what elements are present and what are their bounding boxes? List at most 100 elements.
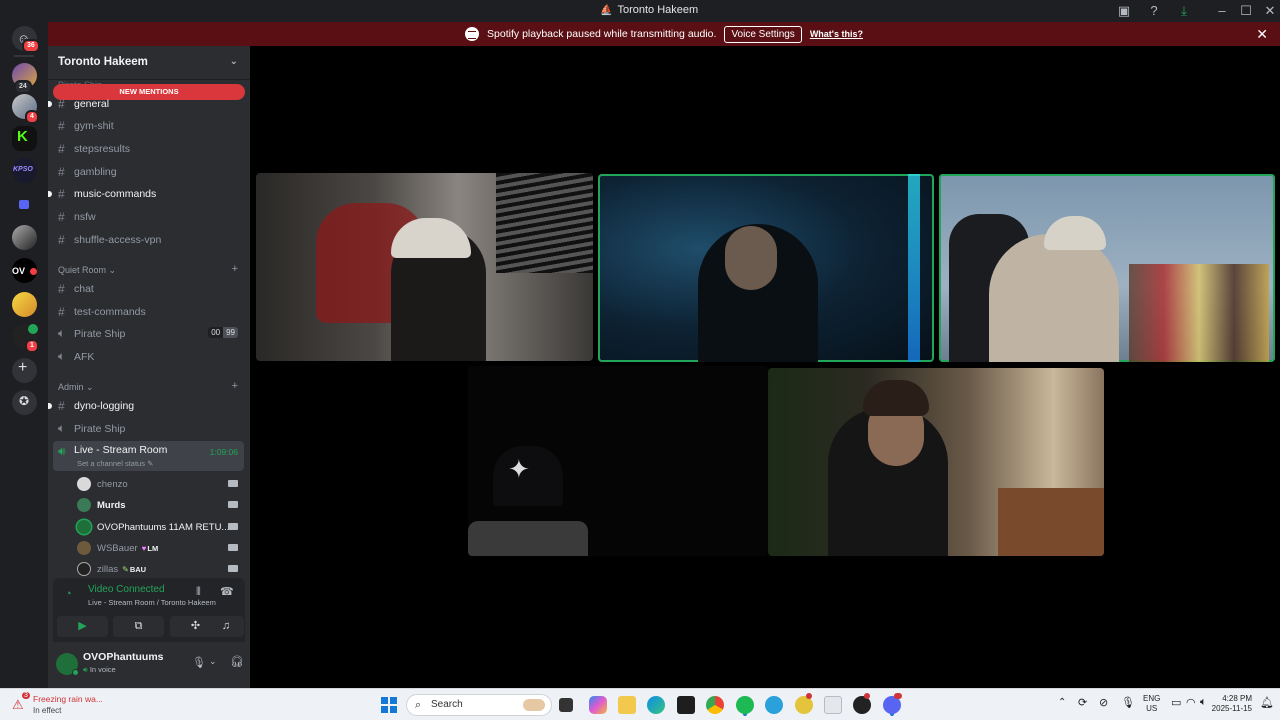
chevron-down-icon[interactable]: ⌄ [209,656,217,667]
hash-icon: # [58,141,65,156]
speaker-active-icon: 🔊︎ [58,444,66,458]
hash-icon: # [58,164,65,179]
video-tile-1[interactable] [256,173,593,361]
hair-shape [863,380,929,416]
chevron-up-icon[interactable]: ⌃ [1058,697,1066,708]
channel-gambling[interactable]: # gambling [53,161,244,182]
notification-dot-icon [894,693,902,699]
voice-channel-live-stream[interactable]: 🔊︎ Live - Stream Room 1:09:06 Set a chan… [53,441,244,471]
channel-general[interactable]: # general [48,93,244,114]
live-timer: 1:09:06 [209,447,238,457]
lang-indicator[interactable]: ENG US [1143,694,1160,714]
avatar [77,562,91,576]
add-channel-icon[interactable]: + [232,380,238,392]
taskbar-search[interactable]: ⌕ Search [406,694,552,716]
video-tile-5[interactable] [768,368,1104,556]
voice-user-chenzo[interactable]: chenzo [77,475,242,493]
disconnect-icon[interactable]: ☎ [220,585,234,598]
noise-suppression-icon[interactable]: ⦀ [196,586,201,599]
share-screen-button[interactable]: ⧉ [113,616,164,637]
voice-channel-pirate-ship[interactable]: 🔈︎ Pirate Ship 00 99 [53,323,244,344]
add-channel-icon[interactable]: + [232,263,238,275]
user-status: 🔊︎ In voice [83,665,116,674]
close-notice-icon[interactable]: ✕ [1256,26,1268,43]
voice-user-zillas[interactable]: zillas ✎ BAU [77,560,242,578]
unread-dot [48,402,52,409]
headphones-icon[interactable]: 🎧︎ [230,655,244,668]
download-icon[interactable]: ⤓ [1176,3,1192,19]
close-window-icon[interactable]: ✕ [1262,3,1278,19]
chevron-down-icon: ⌄ [86,382,94,392]
spotify-notice-bar: Spotify playback paused while transmitti… [48,22,1280,46]
camera-button[interactable]: ▶ [57,616,108,637]
minimize-icon[interactable]: – [1214,3,1230,19]
soundboard-button[interactable]: ♫ [208,616,244,637]
channel-status-hint[interactable]: Set a channel status ✎ [77,459,153,468]
display-icon[interactable]: ▭ [1171,696,1181,709]
server-icon-6[interactable] [12,225,37,250]
channel-dyno-logging[interactable]: # dyno-logging [48,395,244,416]
bottles-shape [1129,264,1269,362]
channel-nsfw[interactable]: # nsfw [53,206,244,227]
video-tile-2[interactable] [598,174,934,362]
copilot-icon[interactable] [589,696,607,714]
voice-user-wsbauer[interactable]: WSBauer ♥ LM [77,539,242,557]
category-quiet-room[interactable]: Quiet Room ⌄ [58,265,116,276]
camera-icon [228,501,238,508]
avatar [77,477,91,491]
voice-user-murds[interactable]: Murds [77,496,242,514]
inbox-icon[interactable]: ▣ [1116,3,1132,19]
wifi-icon[interactable]: ◠ [1186,696,1196,709]
server-4-logo-icon: KPSO [13,166,33,173]
maximize-icon[interactable]: ☐ [1238,3,1254,19]
category-admin[interactable]: Admin ⌄ [58,382,94,393]
start-button[interactable] [381,697,397,713]
help-icon[interactable]: ? [1146,3,1162,19]
whats-this-link[interactable]: What's this? [810,29,863,39]
mic-tray-icon[interactable]: 🎙︎ [1121,696,1135,709]
edge-icon[interactable] [647,696,665,714]
speaker-icon: 🔈︎ [58,421,66,435]
microphone-icon[interactable]: 🎙︎ [192,656,206,669]
video-tile-4[interactable]: ✦ [468,366,768,556]
volume-icon[interactable]: 🔈︎ [1200,696,1207,709]
weather-warning-icon[interactable]: ⚠ [12,697,24,713]
discord-logo-icon: ⛵ [600,4,613,16]
rtc-channel[interactable]: Live - Stream Room / Toronto Hakeem [88,598,216,607]
rtc-status[interactable]: Video Connected [88,584,165,595]
windows-taskbar: ⚠ 3 Freezing rain wa... In effect ⌕ Sear… [0,688,1280,720]
hat-brim-shape [468,521,588,556]
sync-icon[interactable]: ⟳ [1078,696,1087,709]
snipping-tool-icon[interactable] [824,696,842,714]
server-rail: ☺ 36 24 4 K KPSO OV 1 + ✪ [0,22,48,688]
person-shape [989,234,1119,362]
file-explorer-icon[interactable] [618,696,636,714]
plus-icon: + [18,359,28,376]
notification-bell-icon[interactable]: 🔔︎ [1260,696,1274,709]
hash-icon: # [58,186,65,201]
clock[interactable]: 4:28 PM 2025-11-15 [1210,694,1252,714]
channel-stepsresults[interactable]: # stepsresults [53,138,244,159]
weather-title[interactable]: Freezing rain wa... [33,694,103,704]
chrome-icon[interactable] [706,696,724,714]
terminal-icon[interactable] [677,696,695,714]
server-icon-simpsons[interactable] [12,292,37,317]
channel-gym-shit[interactable]: # gym-shit [53,115,244,136]
channel-music-commands[interactable]: # music-commands [48,183,244,204]
voice-user-ovophantuums[interactable]: OVOPhantuums 11AM RETU... [77,518,242,536]
unread-dot [48,190,52,197]
channel-shuffle-access-vpn[interactable]: # shuffle-access-vpn [53,229,244,250]
spotify-taskbar-icon[interactable] [736,696,754,714]
task-view-icon[interactable] [559,698,573,712]
voice-channel-afk[interactable]: 🔈︎ AFK [53,346,244,367]
voice-settings-button[interactable]: Voice Settings [724,25,802,43]
username[interactable]: OVOPhantuums [83,651,164,663]
telegram-icon[interactable] [765,696,783,714]
online-status-icon [72,669,79,676]
channel-test-commands[interactable]: # test-commands [53,301,244,322]
server-header[interactable]: Toronto Hakeem ⌄ [48,46,250,80]
channel-chat[interactable]: # chat [53,278,244,299]
video-tile-3[interactable] [939,174,1275,362]
network-off-icon[interactable]: ⊘ [1099,696,1108,709]
voice-channel-pirate-ship-admin[interactable]: 🔈︎ Pirate Ship [53,418,244,439]
